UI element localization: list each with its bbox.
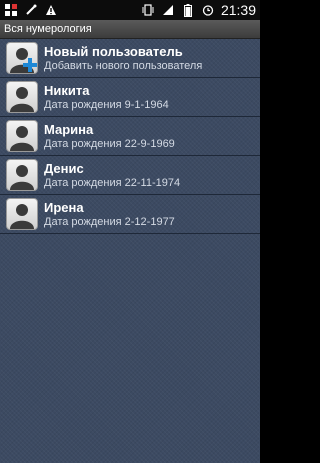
user-avatar-icon [6,198,38,230]
status-bar: 21:39 [0,0,260,20]
list-item-user[interactable]: Денис Дата рождения 22-11-1974 [0,156,260,195]
add-user-avatar-icon [6,42,38,74]
battery-icon [181,3,195,17]
list-item-subtitle: Добавить нового пользователя [44,59,203,72]
vibrate-icon [141,3,155,17]
usb-debug-icon[interactable] [24,3,38,17]
list-item-subtitle: Дата рождения 22-11-1974 [44,176,181,189]
user-list[interactable]: Новый пользователь Добавить нового польз… [0,39,260,463]
list-item-name: Ирена [44,199,84,215]
list-item-subtitle: Дата рождения 2-12-1977 [44,215,175,228]
list-item-subtitle: Дата рождения 22-9-1969 [44,137,175,150]
list-item-new-user[interactable]: Новый пользователь Добавить нового польз… [0,39,260,78]
list-item-name: Марина [44,121,94,137]
user-avatar-icon [6,159,38,191]
list-item-subtitle: Дата рождения 9-1-1964 [44,98,169,111]
list-item-user[interactable]: Никита Дата рождения 9-1-1964 [0,78,260,117]
list-item-name: Денис [44,160,84,176]
status-clock: 21:39 [220,2,256,18]
user-avatar-icon [6,81,38,113]
list-item-name: Новый пользователь [44,43,183,59]
list-item-name: Никита [44,82,90,98]
warning-icon[interactable] [44,3,58,17]
user-avatar-icon [6,120,38,152]
list-item-user[interactable]: Марина Дата рождения 22-9-1969 [0,117,260,156]
signal-icon [161,3,175,17]
app-title-bar: Вся нумерология [0,20,260,39]
list-item-user[interactable]: Ирена Дата рождения 2-12-1977 [0,195,260,234]
notification-icon[interactable] [4,3,18,17]
alarm-icon [201,3,215,17]
page-title: Вся нумерология [4,23,92,35]
